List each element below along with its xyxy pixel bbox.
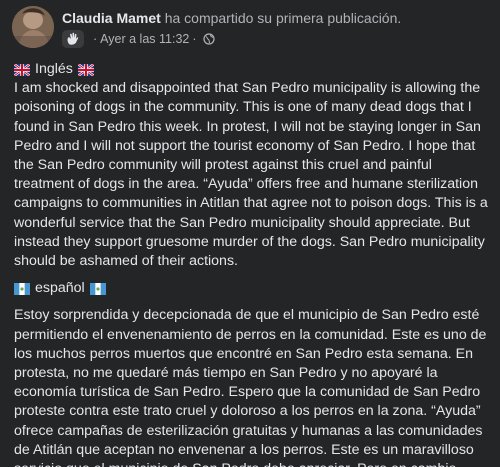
post-timestamp[interactable]: Ayer a las 11:32 (100, 32, 189, 46)
guatemala-flag-icon (14, 282, 30, 295)
english-label-text: Inglés (35, 61, 73, 77)
globe-icon[interactable] (202, 33, 215, 45)
post-meta: · Ayer a las 11:32 · (62, 29, 215, 49)
uk-flag-icon (14, 63, 30, 76)
spanish-text: Estoy sorprendida y decepcionada de que … (14, 307, 487, 467)
facebook-post: Claudia Mamet ha compartido su primera p… (0, 0, 500, 467)
meta-separator: · (93, 32, 98, 46)
avatar[interactable] (12, 6, 54, 48)
spanish-label-text: español (35, 280, 85, 297)
author-name[interactable]: Claudia Mamet (62, 10, 161, 26)
uk-flag-icon (77, 63, 94, 76)
author-action-text: ha compartido su primera publicación. (164, 10, 402, 26)
spanish-label: español (14, 279, 492, 298)
meta-separator: · (192, 32, 197, 46)
english-text: I am shocked and disappointed that San P… (14, 80, 488, 270)
post-header: Claudia Mamet ha compartido su primera p… (12, 6, 492, 52)
english-label: Inglés (14, 60, 492, 79)
post-content: Inglés I am shocked and disappointed tha… (14, 60, 492, 467)
author-line: Claudia Mamet ha compartido su primera p… (62, 9, 401, 27)
waving-hand-icon (62, 30, 84, 48)
guatemala-flag-icon (89, 282, 106, 295)
